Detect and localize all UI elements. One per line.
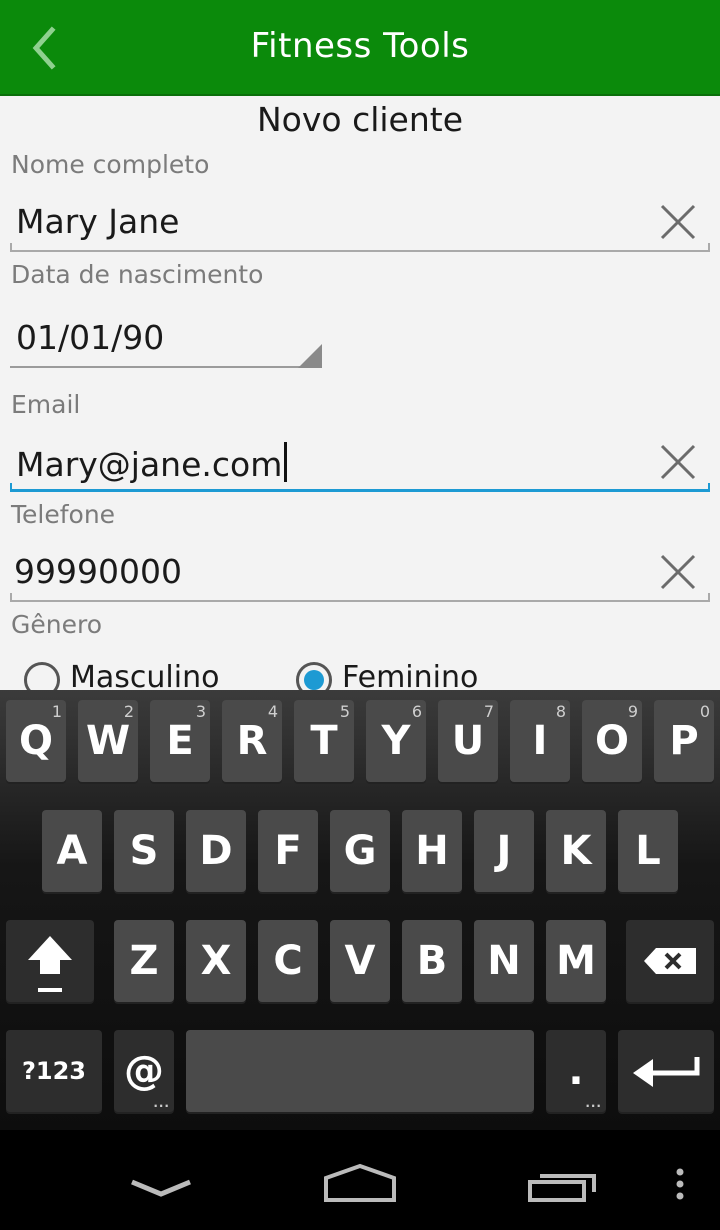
back-chevron-icon[interactable] xyxy=(126,1130,196,1230)
name-label: Nome completo xyxy=(11,150,210,179)
key-s[interactable]: S xyxy=(114,810,174,892)
key-b[interactable]: B xyxy=(402,920,462,1002)
name-underline xyxy=(10,243,710,252)
key-a[interactable]: A xyxy=(42,810,102,892)
key-l[interactable]: L xyxy=(618,810,678,892)
new-client-form: Novo cliente Nome completo Mary Jane Dat… xyxy=(0,96,720,690)
soft-keyboard: Q1 W2 E3 R4 T5 Y6 U7 I8 O9 P0 A S D F G … xyxy=(0,690,720,1130)
key-w[interactable]: W2 xyxy=(78,700,138,782)
phone-field[interactable]: 99990000 xyxy=(10,546,710,602)
dropdown-triangle-icon xyxy=(298,344,322,368)
key-t[interactable]: T5 xyxy=(294,700,354,782)
key-g[interactable]: G xyxy=(330,810,390,892)
recents-icon[interactable] xyxy=(526,1130,598,1230)
birth-value: 01/01/90 xyxy=(16,318,165,357)
at-key[interactable]: @... xyxy=(114,1030,174,1112)
radio-masculino[interactable] xyxy=(24,662,60,690)
key-o[interactable]: O9 xyxy=(582,700,642,782)
symbols-key[interactable]: ?123 xyxy=(6,1030,102,1112)
email-value-wrap: Mary@jane.com xyxy=(16,442,288,484)
clear-email-icon[interactable] xyxy=(658,442,698,482)
email-underline xyxy=(10,483,710,492)
clear-phone-icon[interactable] xyxy=(658,552,698,592)
gender-label: Gênero xyxy=(11,610,103,639)
system-nav-bar xyxy=(0,1130,720,1230)
key-d[interactable]: D xyxy=(186,810,246,892)
backspace-icon xyxy=(644,948,696,974)
key-v[interactable]: V xyxy=(330,920,390,1002)
home-icon[interactable] xyxy=(320,1130,400,1230)
email-value: Mary@jane.com xyxy=(16,445,283,484)
space-key[interactable] xyxy=(186,1030,534,1112)
radio-masculino-label[interactable]: Masculino xyxy=(70,660,219,690)
key-y[interactable]: Y6 xyxy=(366,700,426,782)
key-f[interactable]: F xyxy=(258,810,318,892)
key-e[interactable]: E3 xyxy=(150,700,210,782)
text-cursor xyxy=(284,442,288,482)
key-i[interactable]: I8 xyxy=(510,700,570,782)
enter-key[interactable] xyxy=(618,1030,714,1112)
birth-date-picker[interactable]: 01/01/90 xyxy=(10,308,322,368)
enter-arrow-icon xyxy=(633,1057,700,1087)
key-n[interactable]: N xyxy=(474,920,534,1002)
key-u[interactable]: U7 xyxy=(438,700,498,782)
clear-name-icon[interactable] xyxy=(658,202,698,242)
app-title: Fitness Tools xyxy=(250,26,470,66)
phone-label: Telefone xyxy=(11,500,116,529)
phone-underline xyxy=(10,593,710,602)
radio-feminino[interactable] xyxy=(296,662,332,690)
key-h[interactable]: H xyxy=(402,810,462,892)
name-value: Mary Jane xyxy=(16,202,180,241)
key-j[interactable]: J xyxy=(474,810,534,892)
birth-label: Data de nascimento xyxy=(11,260,264,289)
shift-key[interactable] xyxy=(6,920,94,1002)
radio-feminino-label[interactable]: Feminino xyxy=(342,660,478,690)
name-field[interactable]: Mary Jane xyxy=(10,196,710,252)
key-q[interactable]: Q1 xyxy=(6,700,66,782)
key-p[interactable]: P0 xyxy=(654,700,714,782)
form-title: Novo cliente xyxy=(256,100,464,139)
shift-arrow-icon xyxy=(28,936,72,992)
birth-underline xyxy=(10,366,322,368)
email-field[interactable]: Mary@jane.com xyxy=(10,436,710,492)
key-z[interactable]: Z xyxy=(114,920,174,1002)
email-label: Email xyxy=(11,390,81,419)
key-r[interactable]: R4 xyxy=(222,700,282,782)
key-k[interactable]: K xyxy=(546,810,606,892)
app-bar: Fitness Tools xyxy=(0,0,720,96)
phone-value: 99990000 xyxy=(14,552,182,591)
menu-dots-icon[interactable] xyxy=(670,1130,690,1230)
key-m[interactable]: M xyxy=(546,920,606,1002)
backspace-key[interactable] xyxy=(626,920,714,1002)
period-key[interactable]: .... xyxy=(546,1030,606,1112)
key-x[interactable]: X xyxy=(186,920,246,1002)
key-c[interactable]: C xyxy=(258,920,318,1002)
